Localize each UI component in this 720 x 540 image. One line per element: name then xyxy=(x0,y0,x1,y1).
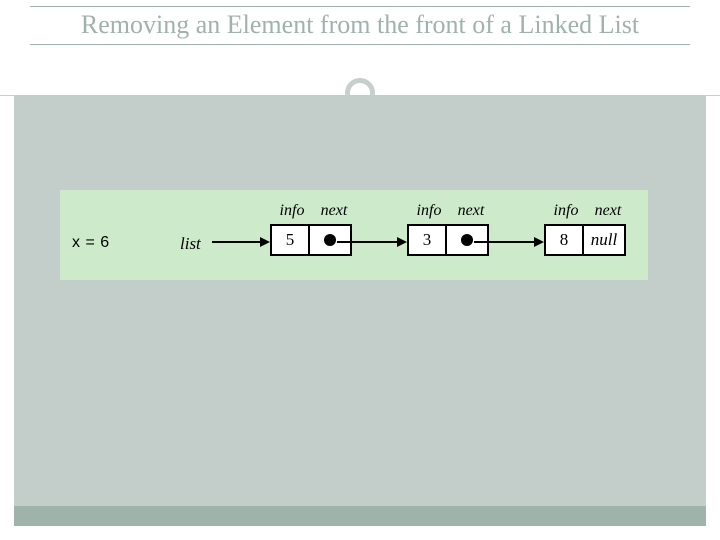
node2-next-header: next xyxy=(449,202,493,220)
arrow-list-to-node1 xyxy=(212,236,270,248)
node3-info-cell: 8 xyxy=(544,224,584,256)
arrow-node2-to-node3 xyxy=(474,236,544,248)
node3-info-header: info xyxy=(546,202,586,220)
footer-bar xyxy=(14,506,706,526)
node3-next-cell: null xyxy=(582,224,626,256)
title-wrap: Removing an Element from the front of a … xyxy=(0,0,720,45)
x-value-label: x = 6 xyxy=(72,234,110,252)
pointer-dot-icon xyxy=(461,234,473,246)
slide: Removing an Element from the front of a … xyxy=(0,0,720,540)
node1-info-cell: 5 xyxy=(270,224,310,256)
node2-info-header: info xyxy=(409,202,449,220)
node3-next-header: next xyxy=(586,202,630,220)
node1-info-header: info xyxy=(272,202,312,220)
pointer-dot-icon xyxy=(324,234,336,246)
list-pointer-label: list xyxy=(180,234,201,254)
linked-list-diagram: x = 6 list info next 5 info next 3 xyxy=(60,190,648,280)
arrow-node1-to-node2 xyxy=(337,236,407,248)
content-background xyxy=(14,95,706,514)
slide-title: Removing an Element from the front of a … xyxy=(30,6,690,45)
node1-next-header: next xyxy=(312,202,356,220)
node2-info-cell: 3 xyxy=(407,224,447,256)
